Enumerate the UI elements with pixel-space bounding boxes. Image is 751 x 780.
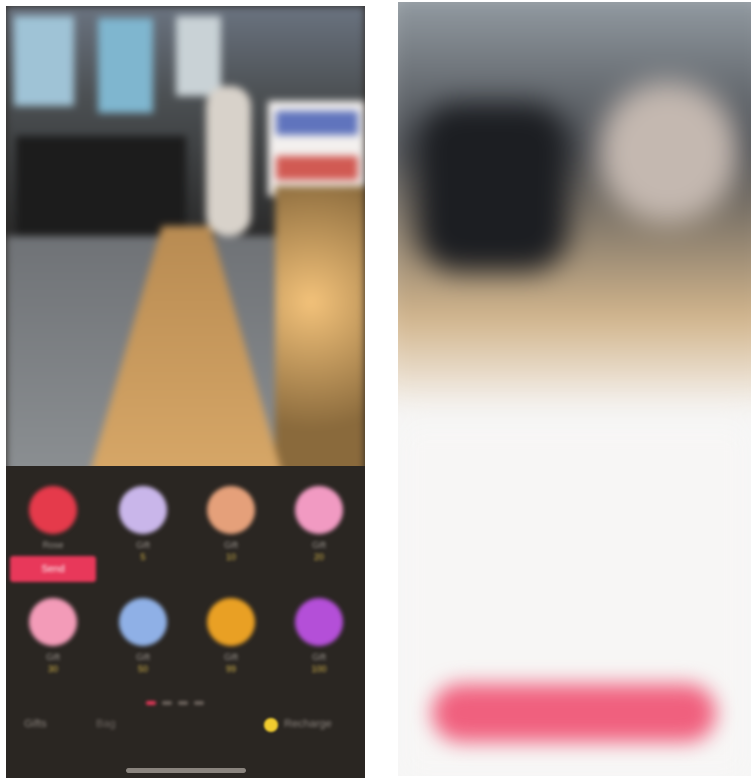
- gift-price: 20: [313, 552, 324, 562]
- flower-icon: [29, 598, 77, 646]
- gift-price: 5: [140, 552, 146, 562]
- gift-item[interactable]: Gift 100: [274, 578, 364, 688]
- blurred-screen: [398, 2, 751, 776]
- gift-price: 100: [311, 664, 327, 674]
- gift-price: 30: [47, 664, 58, 674]
- gift-item[interactable]: Gift 5: [98, 466, 188, 576]
- recharge-button[interactable]: Recharge: [284, 718, 332, 730]
- gift-name: Gift: [223, 652, 238, 662]
- gift-item[interactable]: Gift 99: [186, 578, 276, 688]
- streamer: [206, 86, 251, 236]
- gift-icon: [207, 486, 255, 534]
- gift-price: 50: [137, 664, 148, 674]
- gifts-tab[interactable]: Gifts: [24, 718, 47, 730]
- gift-name: Rose: [42, 540, 64, 550]
- unicorn-icon: [119, 486, 167, 534]
- gift-panel-footer: Gifts Bag Recharge: [6, 706, 365, 746]
- gift-name: Gift: [311, 652, 326, 662]
- gift-name: Gift: [135, 540, 150, 550]
- gift-name: Gift: [223, 540, 238, 550]
- live-stream-screen: Rose Send Gift 5 Gift 10 Gift 20 Gift 30…: [6, 6, 365, 778]
- gift-price: 10: [225, 552, 236, 562]
- gift-panel: Rose Send Gift 5 Gift 10 Gift 20 Gift 30…: [6, 466, 365, 778]
- bouquet-icon: [295, 486, 343, 534]
- gift-name: Gift: [135, 652, 150, 662]
- gift-price: 99: [225, 664, 236, 674]
- gift-name: Gift: [311, 540, 326, 550]
- boat-icon: [207, 598, 255, 646]
- coin-icon: [264, 718, 278, 732]
- box-icon: [295, 598, 343, 646]
- gift-name: Gift: [45, 652, 60, 662]
- gift-item[interactable]: Gift 30: [8, 578, 98, 688]
- bird-icon: [119, 598, 167, 646]
- blurred-background: [398, 2, 751, 776]
- primary-action-button[interactable]: [432, 684, 716, 742]
- gift-item[interactable]: Gift 10: [186, 466, 276, 576]
- rose-icon: [29, 486, 77, 534]
- home-indicator: [126, 768, 246, 773]
- gift-item[interactable]: Gift 50: [98, 578, 188, 688]
- bag-tab[interactable]: Bag: [96, 718, 116, 730]
- gift-item[interactable]: Gift 20: [274, 466, 364, 576]
- page-indicator: [146, 692, 226, 705]
- gift-item[interactable]: Rose Send: [8, 466, 98, 582]
- stream-video: [6, 6, 365, 476]
